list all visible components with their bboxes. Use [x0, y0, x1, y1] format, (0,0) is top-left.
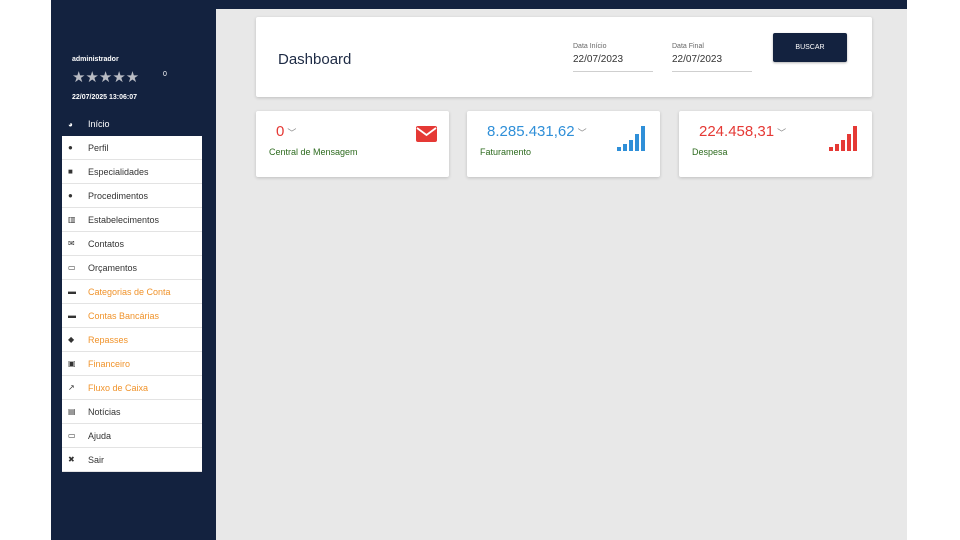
sidebar-item-especialidades[interactable]: ■ Especialidades	[62, 160, 202, 184]
expense-label: Despesa	[692, 147, 728, 157]
folder-icon: ▬	[68, 287, 76, 296]
sidebar-item-label: Especialidades	[88, 166, 149, 177]
money-icon: ▭	[68, 263, 76, 272]
messages-value: 0	[276, 123, 285, 140]
signal-bars-icon	[617, 126, 645, 151]
expense-card[interactable]: 224.458,31 ﹀ Despesa	[679, 111, 872, 177]
sidebar-item-estabelecimentos[interactable]: ▥ Estabelecimentos	[62, 208, 202, 232]
date-end-field[interactable]: Data Final 22/07/2023	[672, 43, 752, 72]
expense-value-group: 224.458,31 ﹀	[699, 123, 786, 140]
sidebar-item-perfil[interactable]: ● Perfil	[62, 136, 202, 160]
revenue-value: 8.285.431,62	[487, 123, 575, 140]
sidebar-item-label: Início	[88, 119, 110, 129]
revenue-card[interactable]: 8.285.431,62 ﹀ Faturamento	[467, 111, 660, 177]
newspaper-icon: ▤	[68, 407, 76, 416]
map-icon: ▥	[68, 215, 76, 224]
expense-value: 224.458,31	[699, 123, 775, 140]
sidebar-item-financeiro[interactable]: ▣ Financeiro	[62, 352, 202, 376]
sidebar-item-procedimentos[interactable]: ● Procedimentos	[62, 184, 202, 208]
sidebar: administrador ★★★★★ 0 22/07/2025 13:06:0…	[51, 0, 216, 540]
sidebar-item-label: Categorias de Conta	[88, 286, 171, 297]
chevron-down-icon: ﹀	[577, 128, 587, 138]
sidebar-item-label: Notícias	[88, 406, 121, 417]
rating-stars: ★★★★★	[72, 69, 140, 86]
close-icon: ✖	[68, 455, 75, 464]
rating-count: 0	[163, 71, 167, 78]
dashboard-header-card: Dashboard Data Início 22/07/2023 Data Fi…	[256, 17, 872, 97]
session-datetime: 22/07/2025 13:06:07	[72, 94, 137, 101]
sidebar-item-ajuda[interactable]: ▭ Ajuda	[62, 424, 202, 448]
chevron-down-icon: ﹀	[777, 128, 787, 138]
monitor-icon: ▭	[68, 431, 76, 440]
handshake-icon: ◆	[68, 335, 75, 344]
chevron-down-icon: ﹀	[287, 128, 297, 138]
user-name: administrador	[72, 56, 119, 63]
envelope-icon	[416, 126, 437, 142]
revenue-label: Faturamento	[480, 147, 532, 157]
sidebar-item-categorias-de-conta[interactable]: ▬ Categorias de Conta	[62, 280, 202, 304]
date-end-label: Data Final	[672, 43, 704, 50]
date-start-input[interactable]: 22/07/2023	[573, 54, 653, 72]
search-button[interactable]: BUSCAR	[773, 33, 847, 62]
sidebar-item-label: Orçamentos	[88, 262, 138, 273]
pie-chart-icon: ◕	[68, 119, 73, 129]
date-end-input[interactable]: 22/07/2023	[672, 54, 752, 72]
date-start-label: Data Início	[573, 43, 607, 50]
sidebar-item-inicio[interactable]: ◕ Início	[62, 112, 202, 136]
sidebar-item-label: Fluxo de Caixa	[88, 382, 149, 393]
sidebar-menu: ◕ Início ● Perfil ■ Especialidades ● Pro…	[62, 112, 202, 472]
sidebar-item-contatos[interactable]: ✉ Contatos	[62, 232, 202, 256]
sidebar-item-noticias[interactable]: ▤ Notícias	[62, 400, 202, 424]
money-bill-icon: ▣	[68, 359, 76, 368]
revenue-value-group: 8.285.431,62 ﹀	[487, 123, 587, 140]
messages-label: Central de Mensagem	[269, 147, 358, 157]
page-title: Dashboard	[278, 51, 352, 68]
sidebar-item-label: Procedimentos	[88, 190, 149, 201]
sidebar-item-orcamentos[interactable]: ▭ Orçamentos	[62, 256, 202, 280]
sidebar-item-label: Ajuda	[88, 430, 112, 441]
book-icon: ■	[68, 167, 73, 176]
date-start-field[interactable]: Data Início 22/07/2023	[573, 43, 653, 72]
users-icon: ●	[68, 191, 73, 200]
sidebar-item-label: Repasses	[88, 334, 129, 345]
folder-icon: ▬	[68, 311, 76, 320]
messages-value-group: 0 ﹀	[276, 123, 296, 140]
user-icon: ●	[68, 143, 73, 152]
sidebar-item-fluxo-de-caixa[interactable]: ↗ Fluxo de Caixa	[62, 376, 202, 400]
sidebar-item-contas-bancarias[interactable]: ▬ Contas Bancárias	[62, 304, 202, 328]
sidebar-item-label: Sair	[88, 454, 105, 465]
signal-bars-icon	[829, 126, 857, 151]
line-chart-icon: ↗	[68, 383, 75, 392]
sidebar-item-label: Financeiro	[88, 358, 131, 369]
sidebar-item-label: Perfil	[88, 142, 109, 153]
sidebar-item-sair[interactable]: ✖ Sair	[62, 448, 202, 472]
envelope-icon: ✉	[68, 239, 75, 248]
app-window: administrador ★★★★★ 0 22/07/2025 13:06:0…	[51, 0, 907, 540]
sidebar-item-label: Contas Bancárias	[88, 310, 160, 321]
main-content: Dashboard Data Início 22/07/2023 Data Fi…	[216, 9, 907, 540]
sidebar-item-repasses[interactable]: ◆ Repasses	[62, 328, 202, 352]
sidebar-item-label: Contatos	[88, 238, 125, 249]
sidebar-item-label: Estabelecimentos	[88, 214, 160, 225]
messages-card[interactable]: 0 ﹀ Central de Mensagem	[256, 111, 449, 177]
